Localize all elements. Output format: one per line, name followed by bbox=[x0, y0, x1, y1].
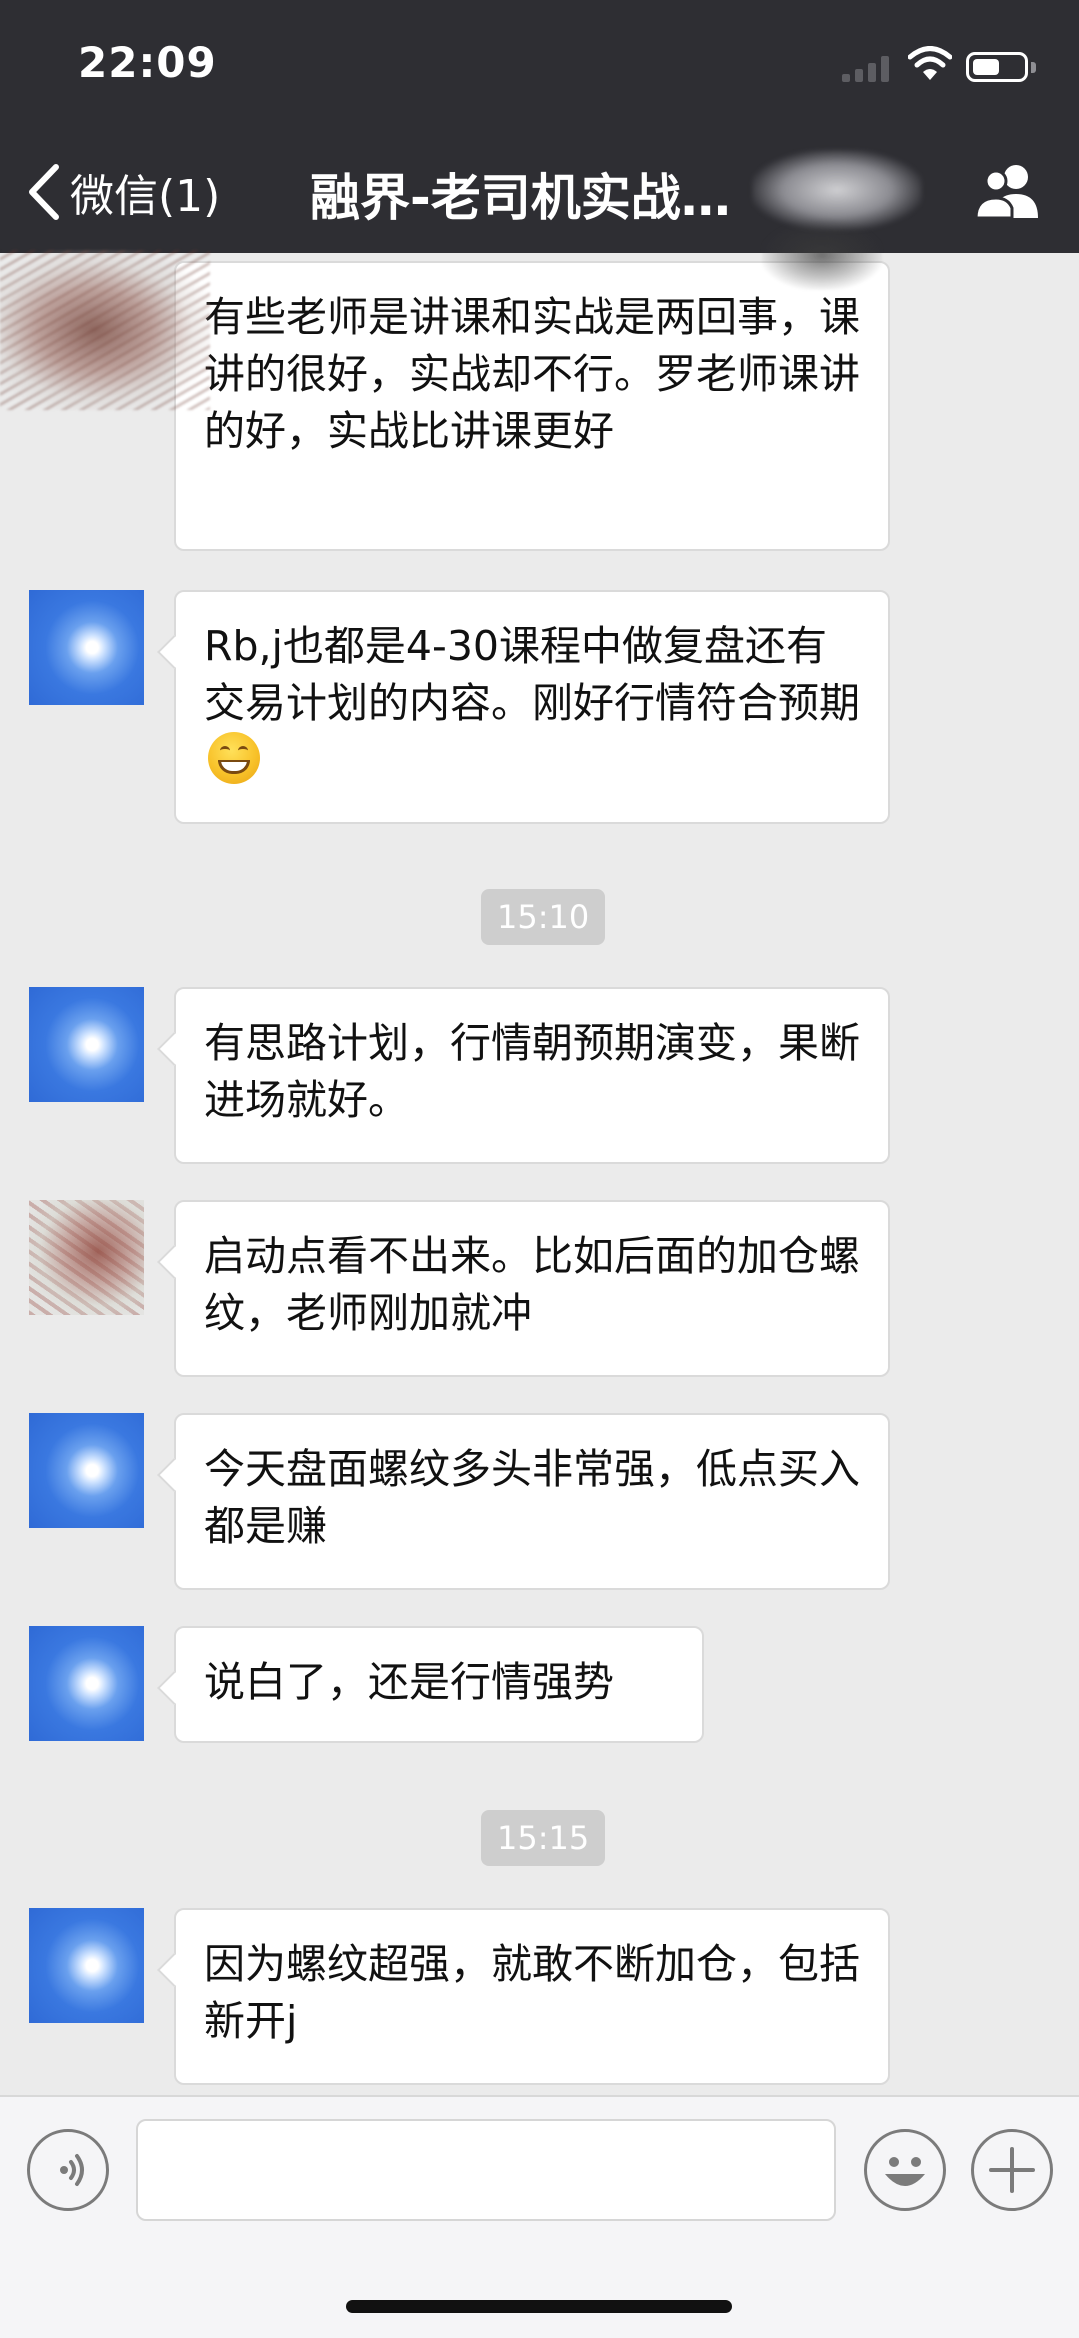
back-label: 微信(1) bbox=[70, 171, 221, 222]
status-time: 22:09 bbox=[78, 38, 217, 87]
redaction-scribble bbox=[762, 220, 882, 290]
emoji-icon bbox=[885, 2157, 925, 2186]
battery-nub bbox=[1031, 62, 1036, 73]
message-text: 今天盘面螺纹多头非常强，低点买入都是赚 bbox=[204, 1445, 860, 1550]
nav-header: 22:09 微信(1) 融界-老司机实战… bbox=[0, 0, 1079, 253]
group-members-icon[interactable] bbox=[972, 160, 1044, 220]
emoji-button[interactable] bbox=[864, 2129, 946, 2211]
avatar[interactable] bbox=[29, 1200, 144, 1315]
message-text: Rb,j也都是4-30课程中做复盘还有交易计划的内容。刚好行情符合预期 bbox=[204, 622, 860, 727]
timestamp-pill: 15:10 bbox=[481, 889, 606, 945]
message-input[interactable] bbox=[136, 2119, 836, 2221]
grinning-emoji-icon bbox=[208, 732, 260, 784]
chat-area[interactable]: 有些老师是讲课和实战是两回事，课讲的很好，实战却不行。罗老师课讲的好，实战比讲课… bbox=[0, 253, 1079, 2095]
message-bubble[interactable]: 今天盘面螺纹多头非常强，低点买入都是赚 bbox=[174, 1413, 890, 1590]
timestamp-pill: 15:15 bbox=[481, 1810, 606, 1866]
voice-button[interactable] bbox=[27, 2129, 109, 2211]
home-indicator[interactable] bbox=[346, 2300, 732, 2313]
chat-title: 融界-老司机实战… bbox=[310, 169, 731, 227]
message-text: 说白了，还是行情强势 bbox=[204, 1658, 614, 1706]
avatar[interactable] bbox=[29, 590, 144, 705]
message-text: 有思路计划，行情朝预期演变，果断进场就好。 bbox=[204, 1019, 860, 1124]
plus-icon bbox=[989, 2147, 1035, 2193]
message-bubble[interactable]: 有些老师是讲课和实战是两回事，课讲的很好，实战却不行。罗老师课讲的好，实战比讲课… bbox=[174, 261, 890, 551]
avatar[interactable] bbox=[29, 1413, 144, 1528]
message-bubble[interactable]: 说白了，还是行情强势 bbox=[174, 1626, 704, 1743]
message-bubble[interactable]: 启动点看不出来。比如后面的加仓螺纹，老师刚加就冲 bbox=[174, 1200, 890, 1377]
redaction-scribble bbox=[0, 250, 210, 410]
message-bubble[interactable]: Rb,j也都是4-30课程中做复盘还有交易计划的内容。刚好行情符合预期 bbox=[174, 590, 890, 824]
plus-button[interactable] bbox=[971, 2129, 1053, 2211]
avatar[interactable] bbox=[29, 1908, 144, 2023]
wifi-icon bbox=[908, 46, 952, 80]
battery-icon bbox=[966, 52, 1028, 82]
message-bubble[interactable]: 有思路计划，行情朝预期演变，果断进场就好。 bbox=[174, 987, 890, 1164]
message-text: 启动点看不出来。比如后面的加仓螺纹，老师刚加就冲 bbox=[204, 1232, 860, 1337]
voice-icon bbox=[60, 2154, 84, 2186]
cellular-signal-icon bbox=[842, 56, 889, 82]
chevron-left-icon bbox=[29, 164, 59, 220]
avatar[interactable] bbox=[29, 987, 144, 1102]
message-bubble[interactable]: 因为螺纹超强，就敢不断加仓，包括新开j bbox=[174, 1908, 890, 2085]
battery-level bbox=[973, 59, 999, 75]
message-text: 因为螺纹超强，就敢不断加仓，包括新开j bbox=[204, 1940, 860, 2045]
message-text: 有些老师是讲课和实战是两回事，课讲的很好，实战却不行。罗老师课讲的好，实战比讲课… bbox=[204, 293, 860, 455]
redacted-title-area bbox=[752, 150, 922, 230]
back-button[interactable]: 微信(1) bbox=[24, 158, 220, 226]
avatar[interactable] bbox=[29, 1626, 144, 1741]
